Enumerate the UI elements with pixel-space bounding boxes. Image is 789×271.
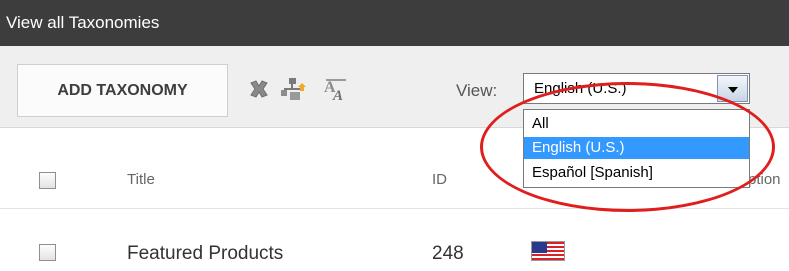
dropdown-option-spanish[interactable]: Español [Spanish]: [524, 162, 749, 184]
language-dropdown-list[interactable]: All English (U.S.) Español [Spanish]: [523, 109, 750, 188]
chevron-down-icon[interactable]: [717, 75, 748, 102]
row-title[interactable]: Featured Products: [127, 243, 283, 265]
row-id: 248: [432, 243, 464, 264]
column-header-id[interactable]: ID: [432, 171, 447, 188]
select-all-checkbox[interactable]: [39, 172, 56, 189]
row-checkbox[interactable]: [39, 244, 56, 261]
translate-icon[interactable]: A A: [323, 76, 349, 104]
window-title-bar: View all Taxonomies: [0, 0, 789, 46]
svg-text:A: A: [332, 88, 343, 102]
view-label: View:: [456, 81, 498, 100]
window-title: View all Taxonomies: [6, 13, 160, 32]
language-select-value: English (U.S.): [534, 80, 627, 97]
us-flag-icon: [531, 241, 565, 261]
column-header-description[interactable]: ption: [748, 171, 781, 188]
add-taxonomy-button[interactable]: ADD TAXONOMY: [17, 64, 228, 117]
delete-icon[interactable]: [248, 78, 270, 100]
column-header-title[interactable]: Title: [127, 171, 155, 188]
import-icon[interactable]: [280, 76, 306, 102]
dropdown-option-english[interactable]: English (U.S.): [524, 137, 749, 159]
dropdown-option-all[interactable]: All: [524, 113, 749, 135]
language-select[interactable]: English (U.S.): [523, 73, 750, 104]
table-row[interactable]: Featured Products 248: [0, 210, 789, 271]
